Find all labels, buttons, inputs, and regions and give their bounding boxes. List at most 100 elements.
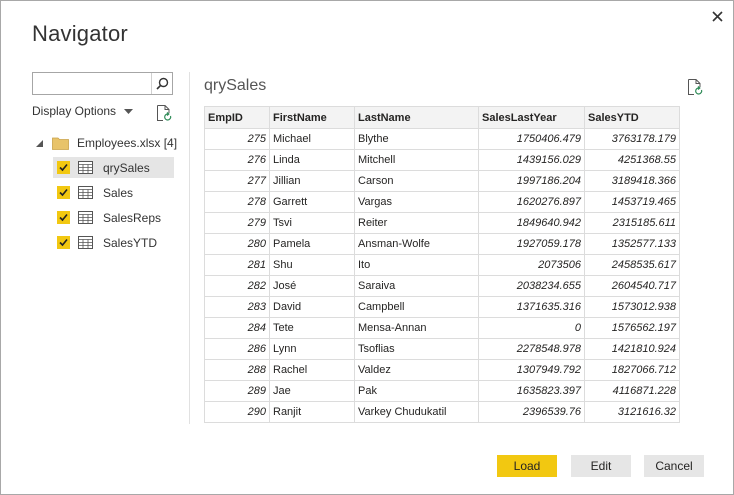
table-row: 279 Tsvi Reiter 1849640.942 2315185.611 bbox=[204, 212, 680, 234]
tree-item-label: SalesReps bbox=[103, 210, 162, 225]
cell-salesytd: 1827066.712 bbox=[584, 359, 680, 381]
table-icon bbox=[78, 186, 93, 199]
cell-saleslastyear: 1849640.942 bbox=[478, 212, 585, 234]
checkbox-checked-icon[interactable] bbox=[57, 161, 70, 174]
cell-salesytd: 4251368.55 bbox=[584, 149, 680, 171]
refresh-preview-button[interactable] bbox=[687, 78, 703, 96]
table-icon bbox=[78, 161, 93, 174]
cell-saleslastyear: 1371635.316 bbox=[478, 296, 585, 318]
cell-firstname: Jillian bbox=[269, 170, 355, 192]
cell-lastname: Blythe bbox=[354, 128, 479, 150]
cell-salesytd: 3121616.32 bbox=[584, 401, 680, 423]
cell-lastname: Reiter bbox=[354, 212, 479, 234]
cell-salesytd: 3763178.179 bbox=[584, 128, 680, 150]
table-header-row: EmpID FirstName LastName SalesLastYear S… bbox=[204, 106, 680, 129]
tree-item-label: qrySales bbox=[103, 160, 150, 175]
column-header[interactable]: FirstName bbox=[269, 106, 355, 129]
cell-saleslastyear: 1307949.792 bbox=[478, 359, 585, 381]
cell-saleslastyear: 2396539.76 bbox=[478, 401, 585, 423]
cell-empid: 275 bbox=[204, 128, 270, 150]
cell-salesytd: 2604540.717 bbox=[584, 275, 680, 297]
cell-salesytd: 3189418.366 bbox=[584, 170, 680, 192]
cell-empid: 283 bbox=[204, 296, 270, 318]
refresh-tree-button[interactable] bbox=[156, 104, 172, 122]
cell-firstname: Michael bbox=[269, 128, 355, 150]
cell-empid: 284 bbox=[204, 317, 270, 339]
cell-lastname: Mensa-Annan bbox=[354, 317, 479, 339]
cancel-button[interactable]: Cancel bbox=[644, 455, 704, 477]
table-row: 289 Jae Pak 1635823.397 4116871.228 bbox=[204, 380, 680, 402]
column-header[interactable]: EmpID bbox=[204, 106, 270, 129]
cell-saleslastyear: 2278548.978 bbox=[478, 338, 585, 360]
load-button[interactable]: Load bbox=[497, 455, 557, 477]
cell-salesytd: 2458535.617 bbox=[584, 254, 680, 276]
close-button[interactable] bbox=[708, 7, 726, 25]
cell-empid: 278 bbox=[204, 191, 270, 213]
checkbox-checked-icon[interactable] bbox=[57, 186, 70, 199]
folder-icon bbox=[52, 136, 69, 150]
column-header[interactable]: SalesYTD bbox=[584, 106, 680, 129]
navigator-dialog: Navigator Display Options Employees.xlsx… bbox=[0, 0, 734, 495]
cell-empid: 288 bbox=[204, 359, 270, 381]
cell-saleslastyear: 1620276.897 bbox=[478, 191, 585, 213]
column-header[interactable]: SalesLastYear bbox=[478, 106, 585, 129]
table-icon bbox=[78, 236, 93, 249]
checkbox-checked-icon[interactable] bbox=[57, 211, 70, 224]
cell-firstname: Rachel bbox=[269, 359, 355, 381]
cell-firstname: Shu bbox=[269, 254, 355, 276]
cell-salesytd: 2315185.611 bbox=[584, 212, 680, 234]
cell-empid: 290 bbox=[204, 401, 270, 423]
table-row: 284 Tete Mensa-Annan 0 1576562.197 bbox=[204, 317, 680, 339]
cell-firstname: Linda bbox=[269, 149, 355, 171]
search-box bbox=[32, 72, 173, 95]
cell-saleslastyear: 2073506 bbox=[478, 254, 585, 276]
tree-item-label: Sales bbox=[103, 185, 134, 200]
cell-empid: 279 bbox=[204, 212, 270, 234]
preview-title: qrySales bbox=[204, 77, 267, 94]
tree-root-workbook[interactable]: Employees.xlsx [4] bbox=[36, 133, 177, 153]
cell-lastname: Ansman-Wolfe bbox=[354, 233, 479, 255]
table-row: 283 David Campbell 1371635.316 1573012.9… bbox=[204, 296, 680, 318]
column-header[interactable]: LastName bbox=[354, 106, 479, 129]
cell-salesytd: 1576562.197 bbox=[584, 317, 680, 339]
tree-item-sales[interactable]: Sales bbox=[53, 182, 174, 203]
cell-saleslastyear: 0 bbox=[478, 317, 585, 339]
checkbox-checked-icon[interactable] bbox=[57, 236, 70, 249]
cell-lastname: Ito bbox=[354, 254, 479, 276]
search-icon bbox=[155, 77, 168, 90]
cell-lastname: Tsoflias bbox=[354, 338, 479, 360]
cell-firstname: Lynn bbox=[269, 338, 355, 360]
cell-firstname: Jae bbox=[269, 380, 355, 402]
table-row: 278 Garrett Vargas 1620276.897 1453719.4… bbox=[204, 191, 680, 213]
cell-empid: 289 bbox=[204, 380, 270, 402]
table-row: 282 José Saraiva 2038234.655 2604540.717 bbox=[204, 275, 680, 297]
cell-lastname: Varkey Chudukatil bbox=[354, 401, 479, 423]
cell-saleslastyear: 1750406.479 bbox=[478, 128, 585, 150]
tree-item-salesreps[interactable]: SalesReps bbox=[53, 207, 174, 228]
search-input[interactable] bbox=[33, 73, 151, 94]
preview-table: EmpID FirstName LastName SalesLastYear S… bbox=[204, 106, 680, 423]
cell-salesytd: 1352577.133 bbox=[584, 233, 680, 255]
cell-firstname: David bbox=[269, 296, 355, 318]
display-options-dropdown[interactable]: Display Options bbox=[32, 104, 134, 118]
cell-salesytd: 1421810.924 bbox=[584, 338, 680, 360]
table-row: 277 Jillian Carson 1997186.204 3189418.3… bbox=[204, 170, 680, 192]
table-row: 286 Lynn Tsoflias 2278548.978 1421810.92… bbox=[204, 338, 680, 360]
cell-lastname: Pak bbox=[354, 380, 479, 402]
cell-saleslastyear: 1997186.204 bbox=[478, 170, 585, 192]
dialog-title: Navigator bbox=[32, 21, 128, 46]
collapse-triangle-icon[interactable] bbox=[36, 139, 46, 147]
cell-lastname: Mitchell bbox=[354, 149, 479, 171]
cell-empid: 282 bbox=[204, 275, 270, 297]
tree-item-qrysales[interactable]: qrySales bbox=[53, 157, 174, 178]
tree-item-salesytd[interactable]: SalesYTD bbox=[53, 232, 174, 253]
table-row: 288 Rachel Valdez 1307949.792 1827066.71… bbox=[204, 359, 680, 381]
cell-empid: 276 bbox=[204, 149, 270, 171]
cell-lastname: Carson bbox=[354, 170, 479, 192]
cell-salesytd: 4116871.228 bbox=[584, 380, 680, 402]
search-button[interactable] bbox=[151, 73, 172, 94]
cell-empid: 286 bbox=[204, 338, 270, 360]
cell-saleslastyear: 1635823.397 bbox=[478, 380, 585, 402]
cell-lastname: Valdez bbox=[354, 359, 479, 381]
edit-button[interactable]: Edit bbox=[571, 455, 631, 477]
